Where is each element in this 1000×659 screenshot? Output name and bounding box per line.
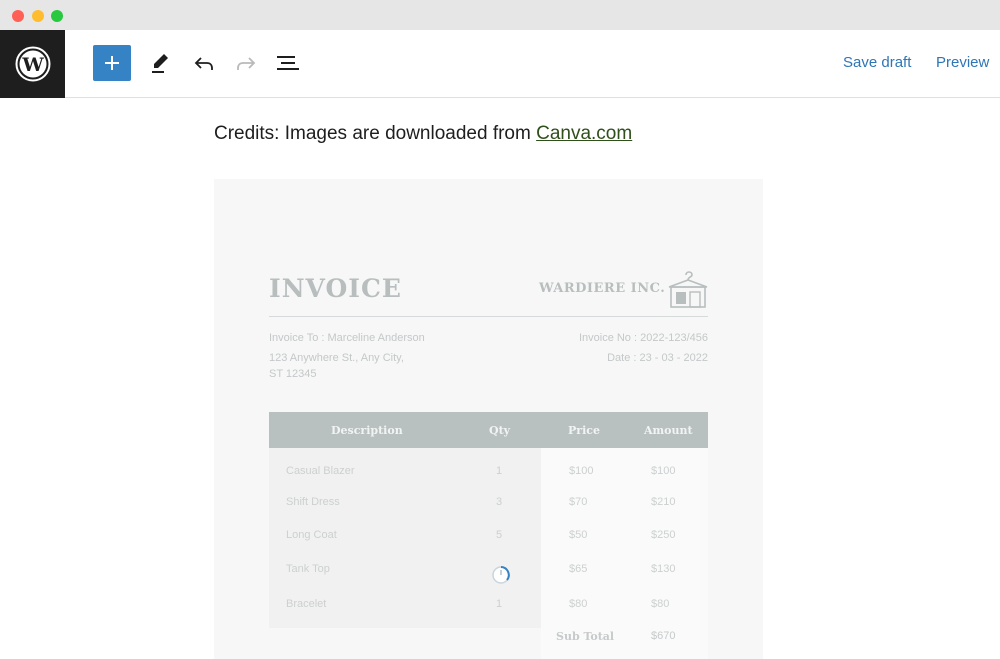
invoice-to: Invoice To : Marceline Anderson (269, 332, 425, 344)
table-row: Long Coat 5 $50 $250 (286, 529, 676, 541)
subtotal-label: Sub Total (556, 630, 615, 643)
company-name: WARDIERE INC. (539, 281, 666, 296)
credits-text: Credits: Images are downloaded from (214, 123, 537, 144)
table-row: Tank Top $65 $130 (286, 563, 676, 575)
wordpress-icon: W (15, 46, 50, 82)
invoice-divider (269, 316, 708, 317)
add-block-button[interactable] (93, 45, 131, 81)
subtotal-value: $670 (651, 630, 676, 642)
address-line-2: ST 12345 (269, 368, 317, 380)
invoice-title: INVOICE (269, 274, 402, 303)
minimize-window-button[interactable] (32, 10, 44, 22)
pencil-icon (152, 54, 168, 73)
invoice-table-header: Description Qty Price Amount (269, 412, 708, 448)
column-price: Price (568, 424, 600, 437)
invoice-date: Date : 23 - 03 - 2022 (607, 352, 708, 364)
document-overview-button[interactable] (274, 49, 302, 77)
list-view-icon (277, 56, 299, 70)
column-amount: Amount (644, 424, 693, 437)
subtotal-row: Sub Total $670 (269, 630, 708, 650)
invoice-image-block[interactable]: INVOICE WARDIERE INC. Invoice To : Marce… (214, 179, 763, 659)
canva-link[interactable]: Canva.com (536, 123, 632, 144)
store-hanger-icon (668, 271, 708, 308)
column-qty: Qty (489, 424, 511, 437)
editor-canvas: Credits: Images are downloaded from Canv… (0, 98, 1000, 659)
plus-icon (105, 56, 119, 70)
column-description: Description (331, 424, 403, 437)
tools-button[interactable] (146, 49, 174, 77)
table-row: Casual Blazer 1 $100 $100 (286, 465, 676, 477)
undo-button[interactable] (190, 49, 218, 77)
redo-button[interactable] (232, 49, 260, 77)
table-row: Shift Dress 3 $70 $210 (286, 496, 676, 508)
table-row: Bracelet 1 $80 $80 (286, 598, 670, 610)
credits-paragraph[interactable]: Credits: Images are downloaded from Canv… (214, 123, 632, 145)
address-line-1: 123 Anywhere St., Any City, (269, 352, 404, 364)
preview-button[interactable]: Preview (936, 54, 989, 71)
maximize-window-button[interactable] (51, 10, 63, 22)
svg-text:W: W (21, 54, 44, 76)
wordpress-logo-button[interactable]: W (0, 30, 65, 98)
close-window-button[interactable] (12, 10, 24, 22)
undo-icon (194, 57, 213, 70)
window-titlebar (0, 0, 1000, 30)
editor-toolbar: W Save draft Preview (0, 30, 1000, 98)
loading-spinner-icon (492, 566, 510, 584)
redo-icon (237, 57, 256, 70)
invoice-number: Invoice No : 2022-123/456 (578, 332, 708, 344)
save-draft-button[interactable]: Save draft (843, 54, 911, 71)
